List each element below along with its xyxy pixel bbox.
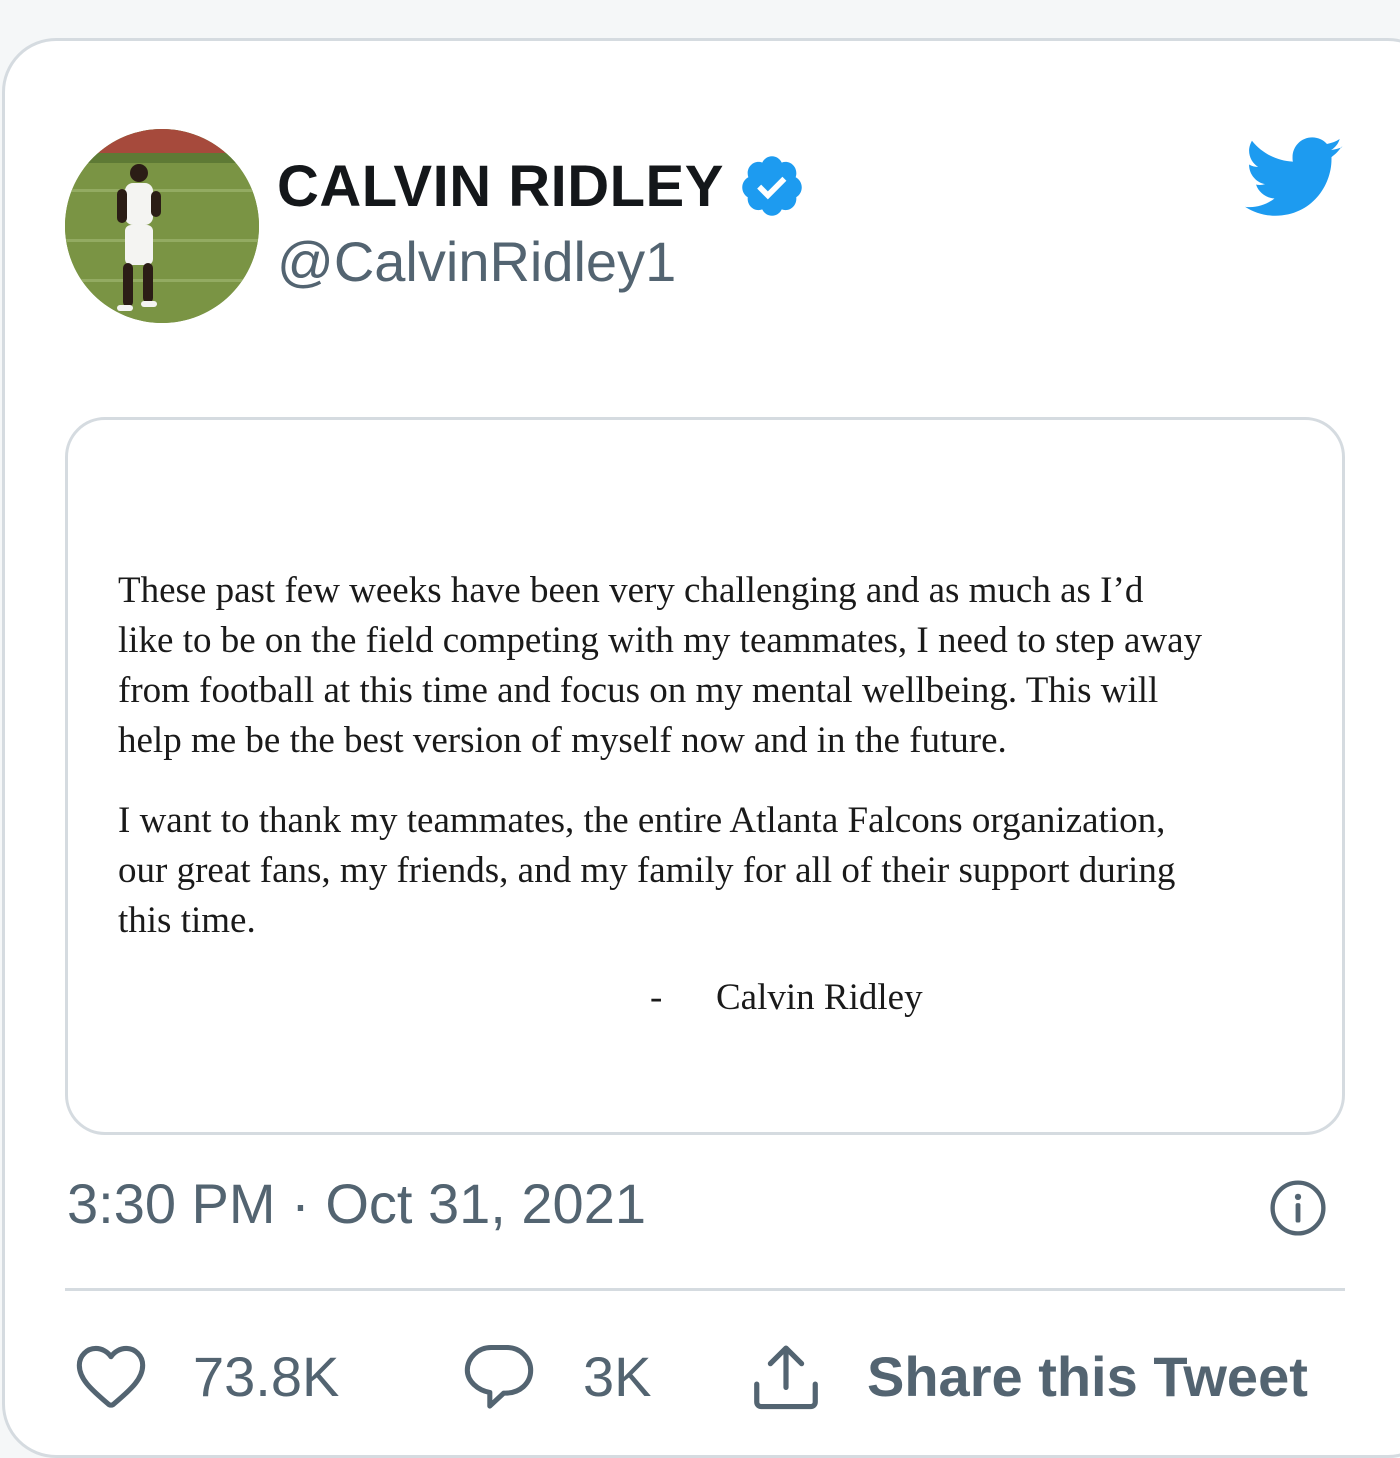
tweet-card: CALVIN RIDLEY @CalvinRidley1 These past … [2, 38, 1400, 1458]
statement-text: These past few weeks have been very chal… [118, 566, 1318, 976]
like-button[interactable]: 73.8K [73, 1331, 339, 1421]
signature-dash: - [650, 977, 663, 1018]
avatar[interactable] [65, 129, 259, 323]
author-name-row: CALVIN RIDLEY [277, 149, 806, 223]
action-bar: 73.8K 3K Share this Tweet [5, 1331, 1400, 1421]
heart-icon [76, 1345, 146, 1408]
author-handle[interactable]: @CalvinRidley1 [277, 229, 676, 294]
twitter-bird-icon[interactable] [1245, 137, 1345, 219]
reply-count: 3K [583, 1344, 652, 1408]
tweet-timestamp[interactable]: 3:30 PM · Oct 31, 2021 [67, 1171, 646, 1236]
share-label: Share this Tweet [867, 1344, 1308, 1408]
share-button[interactable]: Share this Tweet [747, 1331, 1308, 1421]
reply-button[interactable]: 3K [461, 1331, 652, 1421]
like-count: 73.8K [193, 1344, 340, 1408]
statement-image[interactable]: These past few weeks have been very chal… [65, 417, 1345, 1135]
statement-line: from football at this time and focus on … [118, 670, 1159, 711]
divider [65, 1288, 1345, 1291]
statement-line: help me be the best version of myself no… [118, 720, 1007, 761]
display-name[interactable]: CALVIN RIDLEY [277, 153, 724, 220]
statement-paragraph-2: I want to thank my teammates, the entire… [118, 796, 1318, 946]
signature-name: Calvin Ridley [716, 977, 923, 1018]
verified-badge-icon [742, 156, 802, 216]
share-icon [754, 1345, 818, 1410]
statement-line: like to be on the field competing with m… [118, 620, 1203, 661]
reply-bubble-icon [464, 1344, 534, 1409]
info-icon[interactable] [1269, 1179, 1327, 1237]
statement-line: our great fans, my friends, and my famil… [118, 850, 1176, 891]
statement-line: These past few weeks have been very chal… [118, 570, 1144, 611]
avatar-photo [65, 129, 259, 323]
statement-paragraph-1: These past few weeks have been very chal… [118, 566, 1318, 766]
statement-line: I want to thank my teammates, the entire… [118, 800, 1166, 841]
statement-line: this time. [118, 900, 256, 941]
signature: - Calvin Ridley [650, 976, 923, 1019]
